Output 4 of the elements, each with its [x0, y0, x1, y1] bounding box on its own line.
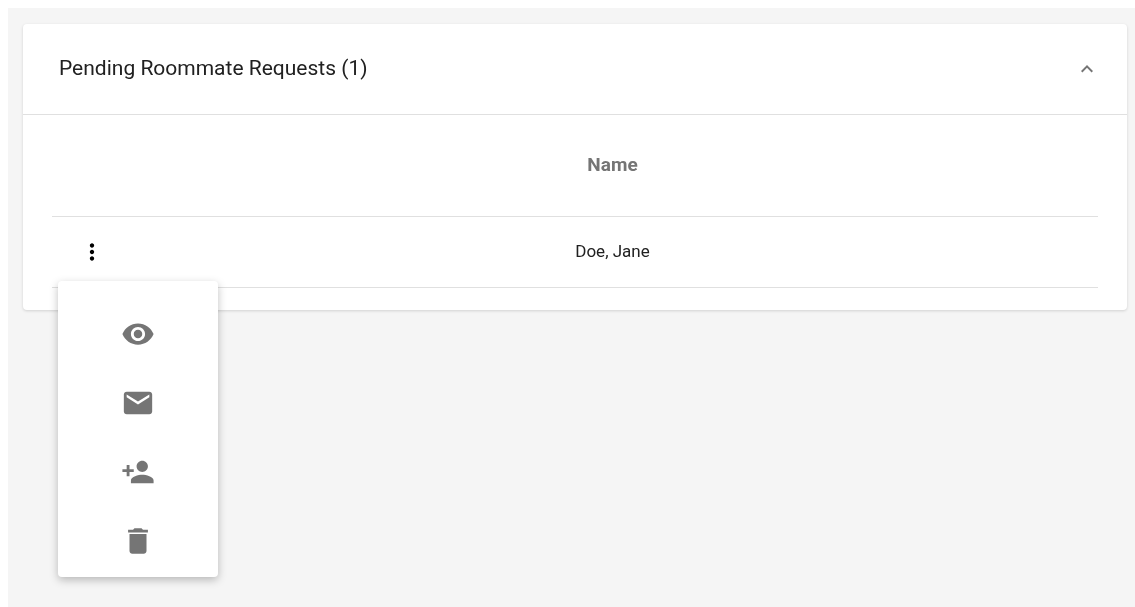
panel-title: Pending Roommate Requests (1) — [59, 55, 368, 83]
panel-header[interactable]: Pending Roommate Requests (1) — [23, 24, 1127, 115]
table-cell-text: Doe, Jane — [574, 240, 651, 264]
column-header: Name — [586, 152, 639, 179]
